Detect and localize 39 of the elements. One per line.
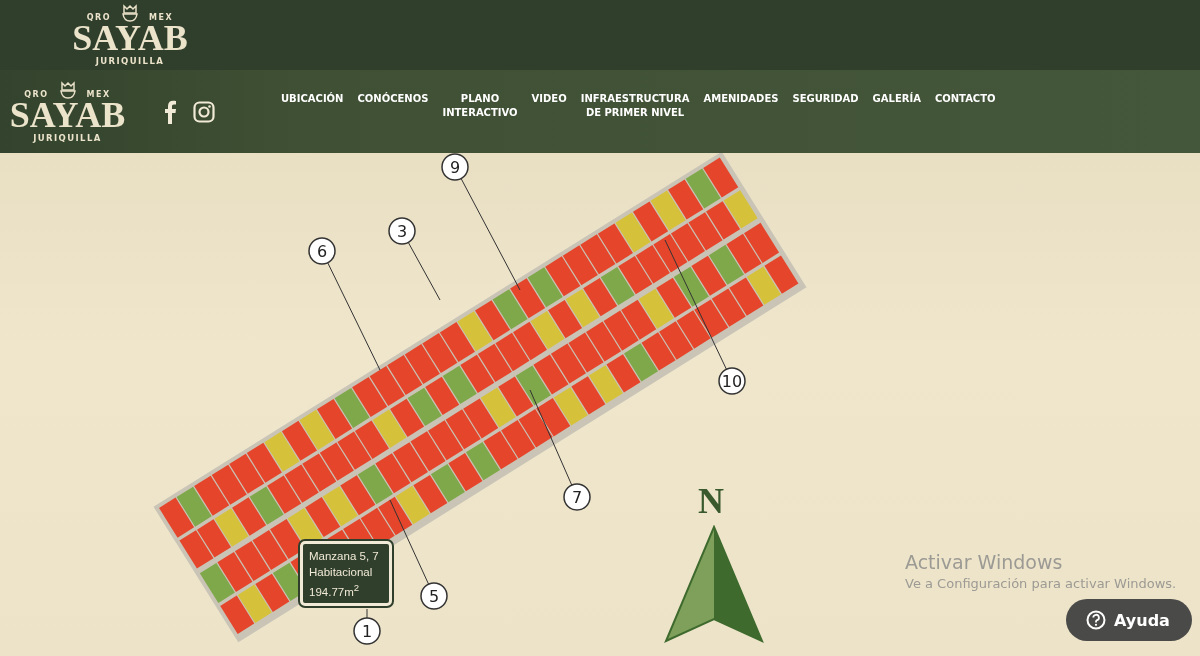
activation-title: Activar Windows bbox=[905, 551, 1064, 573]
map-marker[interactable]: 1 bbox=[353, 617, 381, 645]
logo-mark-icon bbox=[121, 4, 140, 22]
help-icon bbox=[1086, 610, 1106, 630]
logo-mark-icon bbox=[58, 80, 77, 99]
logo-text: MEX bbox=[86, 89, 111, 99]
nav-link[interactable]: VIDEO bbox=[531, 91, 567, 106]
map-marker[interactable]: 6 bbox=[308, 237, 336, 265]
logo-wordmark: SAYAB bbox=[72, 22, 188, 54]
compass-label: N bbox=[698, 481, 724, 521]
nav-link[interactable]: CONÓCENOS bbox=[357, 91, 429, 106]
map-marker[interactable]: 7 bbox=[563, 483, 591, 511]
logo-text: QRO bbox=[24, 89, 49, 99]
leader-line bbox=[407, 241, 441, 301]
nav-link[interactable]: GALERÍA bbox=[872, 91, 921, 106]
instagram-icon[interactable] bbox=[193, 100, 215, 123]
lot[interactable] bbox=[676, 310, 711, 349]
north-arrow-icon bbox=[664, 525, 764, 643]
logo-text: QRO bbox=[86, 13, 112, 22]
logo-tagline: JURIQUILLA bbox=[33, 132, 102, 143]
nav-link[interactable]: PLANO INTERACTIVO bbox=[442, 91, 518, 120]
nav-link[interactable]: INFRAESTRUCTURA DE PRIMER NIVEL bbox=[580, 91, 690, 120]
tooltip-text: Habitacional bbox=[309, 565, 374, 580]
map-marker[interactable]: 9 bbox=[441, 153, 469, 181]
nav-link[interactable]: UBICACIÓN bbox=[281, 91, 344, 106]
map-marker[interactable]: 3 bbox=[388, 217, 416, 245]
nav-link[interactable]: SEGURIDAD bbox=[792, 91, 859, 106]
tooltip-text: Manzana 5, 7 bbox=[309, 549, 379, 564]
help-button[interactable]: Ayuda bbox=[1066, 599, 1192, 641]
nav-link[interactable]: AMENIDADES bbox=[703, 91, 779, 106]
tooltip-text: 194.77m$^{2}$ bbox=[309, 581, 361, 600]
logo-text: MEX bbox=[149, 13, 174, 22]
nav-link[interactable]: CONTACTO bbox=[934, 91, 996, 106]
logo-tagline: JURIQUILLA bbox=[95, 56, 165, 66]
logo-wordmark: SAYAB bbox=[9, 98, 126, 131]
map-marker[interactable]: 10 bbox=[718, 367, 746, 395]
activation-text: Ve a Configuración para activar Windows. bbox=[905, 576, 1177, 591]
facebook-icon[interactable] bbox=[163, 99, 177, 124]
map-marker[interactable]: 5 bbox=[420, 582, 448, 610]
